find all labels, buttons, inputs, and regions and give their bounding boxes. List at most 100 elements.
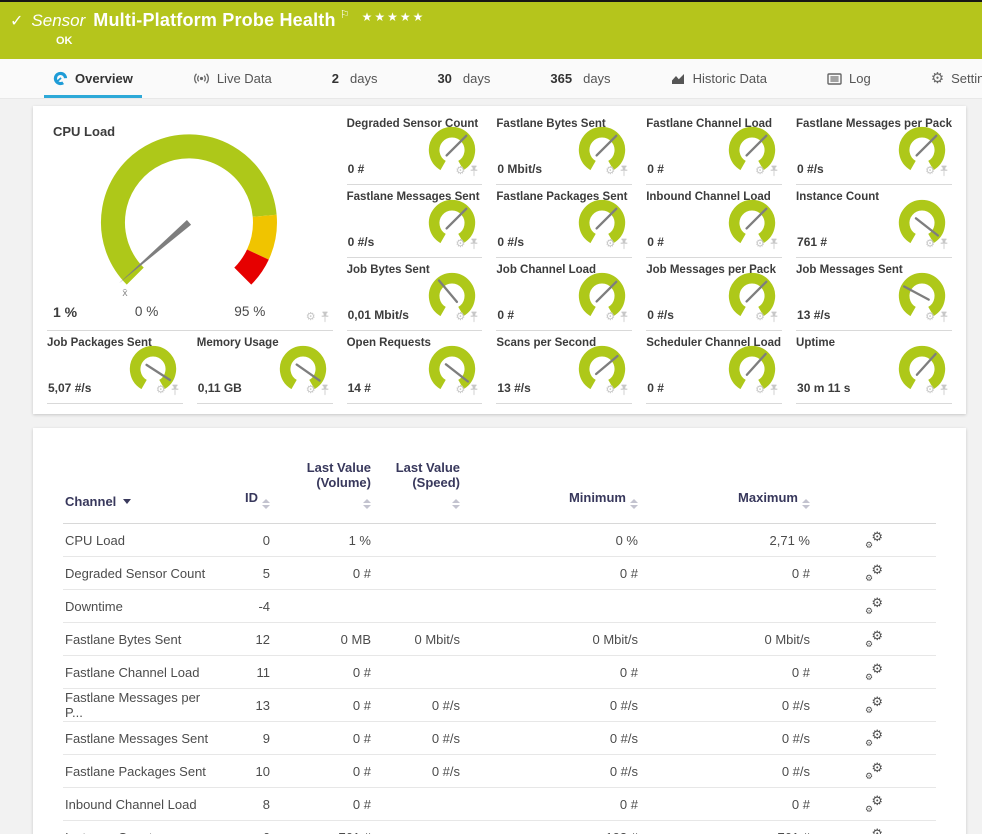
channel-settings-gear-icon[interactable]: ⚙ <box>925 385 935 396</box>
column-header-last-value-volume[interactable]: Last Value (Volume) <box>272 460 373 509</box>
cell-maximum: 0 # <box>640 665 812 680</box>
channel-settings-gear-icon[interactable]: ⚙ <box>925 312 935 323</box>
channel-settings-gears-icon[interactable]: ⚙⚙ <box>864 829 884 834</box>
channel-settings-gear-icon[interactable]: ⚙ <box>456 385 466 396</box>
cell-minimum: 0 # <box>462 566 640 581</box>
tab-settings[interactable]: ⚙ Settings <box>922 59 982 98</box>
channel-settings-gears-icon[interactable]: ⚙⚙ <box>864 796 884 813</box>
cell-id: 10 <box>223 764 272 779</box>
tab-historic-data[interactable]: Historic Data <box>662 59 776 98</box>
cell-maximum: 761 # <box>640 830 812 834</box>
mini-gauge-value: 0 #/s <box>348 235 375 249</box>
cell-id: -4 <box>223 599 272 614</box>
mini-gauge-needle <box>597 209 617 229</box>
mini-gauge-tile: Inbound Channel Load 0 # ⚙ <box>646 185 782 258</box>
channel-settings-gears-icon[interactable]: ⚙⚙ <box>864 763 884 780</box>
column-header-last-value-speed[interactable]: Last Value (Speed) <box>373 460 462 509</box>
mini-gauge-value: 0 #/s <box>497 235 524 249</box>
channel-settings-gear-icon[interactable]: ⚙ <box>605 166 615 177</box>
channel-settings-gear-icon[interactable]: ⚙ <box>755 239 765 250</box>
pin-icon[interactable] <box>939 165 949 177</box>
table-row: Fastlane Messages Sent 9 0 # 0 #/s 0 #/s… <box>63 722 936 755</box>
pin-icon[interactable] <box>320 384 330 396</box>
tab-overview[interactable]: Overview <box>44 59 142 98</box>
tab-live-data[interactable]: Live Data <box>184 59 281 98</box>
pin-icon[interactable] <box>170 384 180 396</box>
channel-settings-gear-icon[interactable]: ⚙ <box>755 166 765 177</box>
mini-gauge-value: 0 # <box>497 308 514 322</box>
pin-icon[interactable] <box>619 384 629 396</box>
channel-settings-gear-icon[interactable]: ⚙ <box>755 385 765 396</box>
status-badge: OK <box>56 35 982 47</box>
column-header-channel[interactable]: Channel <box>63 494 223 509</box>
channel-settings-gear-icon[interactable]: ⚙ <box>456 166 466 177</box>
priority-stars[interactable]: ★★★★★ <box>362 10 426 24</box>
tab-30-days[interactable]: 30 days <box>428 59 499 98</box>
pin-icon[interactable] <box>769 384 779 396</box>
cell-maximum: 0 Mbit/s <box>640 632 812 647</box>
column-header-minimum[interactable]: Minimum <box>462 490 640 509</box>
channel-settings-gear-icon[interactable]: ⚙ <box>605 312 615 323</box>
mini-gauge-tile: Job Packages Sent 5,07 #/s ⚙ <box>47 331 183 404</box>
pin-icon[interactable] <box>469 311 479 323</box>
pin-icon[interactable] <box>619 165 629 177</box>
channel-settings-gear-icon[interactable]: ⚙ <box>306 312 316 323</box>
channel-settings-gears-icon[interactable]: ⚙⚙ <box>864 532 884 549</box>
channel-settings-gear-icon[interactable]: ⚙ <box>605 385 615 396</box>
pin-icon[interactable] <box>769 165 779 177</box>
tab-log[interactable]: Log <box>818 59 880 98</box>
mini-gauge-value: 13 #/s <box>497 381 530 395</box>
cell-last-value-speed: 0 Mbit/s <box>373 632 462 647</box>
channel-settings-gears-icon[interactable]: ⚙⚙ <box>864 565 884 582</box>
pin-icon[interactable] <box>619 238 629 250</box>
cell-id: 8 <box>223 797 272 812</box>
pin-icon[interactable] <box>619 311 629 323</box>
cell-id: 0 <box>223 533 272 548</box>
area-chart-icon <box>671 72 686 85</box>
cell-id: 12 <box>223 632 272 647</box>
cell-channel: Inbound Channel Load <box>63 797 223 812</box>
mini-gauge-value: 0,11 GB <box>198 381 242 395</box>
cell-maximum: 0 #/s <box>640 764 812 779</box>
cpu-load-gauge-tile: CPU Load x̄ 0 % 95 % 1 % ⚙ <box>47 112 333 331</box>
pin-icon[interactable] <box>939 238 949 250</box>
pin-icon[interactable] <box>769 238 779 250</box>
mini-gauge-needle <box>597 282 617 302</box>
table-body: CPU Load 0 1 % 0 % 2,71 % ⚙⚙ Degraded Se… <box>63 524 936 834</box>
channel-settings-gears-icon[interactable]: ⚙⚙ <box>864 598 884 615</box>
cell-maximum: 0 #/s <box>640 698 812 713</box>
channel-settings-gear-icon[interactable]: ⚙ <box>605 239 615 250</box>
pin-icon[interactable] <box>939 384 949 396</box>
channel-settings-gears-icon[interactable]: ⚙⚙ <box>864 697 884 714</box>
table-row: Fastlane Packages Sent 10 0 # 0 #/s 0 #/… <box>63 755 936 788</box>
channel-settings-gears-icon[interactable]: ⚙⚙ <box>864 730 884 747</box>
mini-gauge-tile: Fastlane Packages Sent 0 #/s ⚙ <box>496 185 632 258</box>
pin-icon[interactable] <box>469 238 479 250</box>
column-header-maximum[interactable]: Maximum <box>640 490 812 509</box>
mini-gauge-tile: Open Requests 14 # ⚙ <box>347 331 483 404</box>
pin-icon[interactable] <box>769 311 779 323</box>
channel-settings-gears-icon[interactable]: ⚙⚙ <box>864 664 884 681</box>
mini-gauge-tile: Scans per Second 13 #/s ⚙ <box>496 331 632 404</box>
sort-icon <box>630 499 638 509</box>
channel-settings-gear-icon[interactable]: ⚙ <box>156 385 166 396</box>
cell-minimum: 0 #/s <box>462 764 640 779</box>
pin-icon[interactable] <box>939 311 949 323</box>
tab-365-days[interactable]: 365 days <box>541 59 619 98</box>
cell-maximum: 0 # <box>640 797 812 812</box>
channel-settings-gear-icon[interactable]: ⚙ <box>755 312 765 323</box>
channel-settings-gears-icon[interactable]: ⚙⚙ <box>864 631 884 648</box>
tab-2-days[interactable]: 2 days <box>323 59 387 98</box>
channel-settings-gear-icon[interactable]: ⚙ <box>456 239 466 250</box>
channel-settings-gear-icon[interactable]: ⚙ <box>306 385 316 396</box>
channel-settings-gear-icon[interactable]: ⚙ <box>456 312 466 323</box>
column-header-id[interactable]: ID <box>223 490 272 509</box>
pin-icon[interactable] <box>320 311 330 323</box>
cell-minimum: 0 # <box>462 665 640 680</box>
channel-settings-gear-icon[interactable]: ⚙ <box>925 239 935 250</box>
pin-icon[interactable] <box>469 384 479 396</box>
table-row: Fastlane Messages per P... 13 0 # 0 #/s … <box>63 689 936 722</box>
flag-icon[interactable]: ⚐ <box>340 8 350 21</box>
channel-settings-gear-icon[interactable]: ⚙ <box>925 166 935 177</box>
pin-icon[interactable] <box>469 165 479 177</box>
